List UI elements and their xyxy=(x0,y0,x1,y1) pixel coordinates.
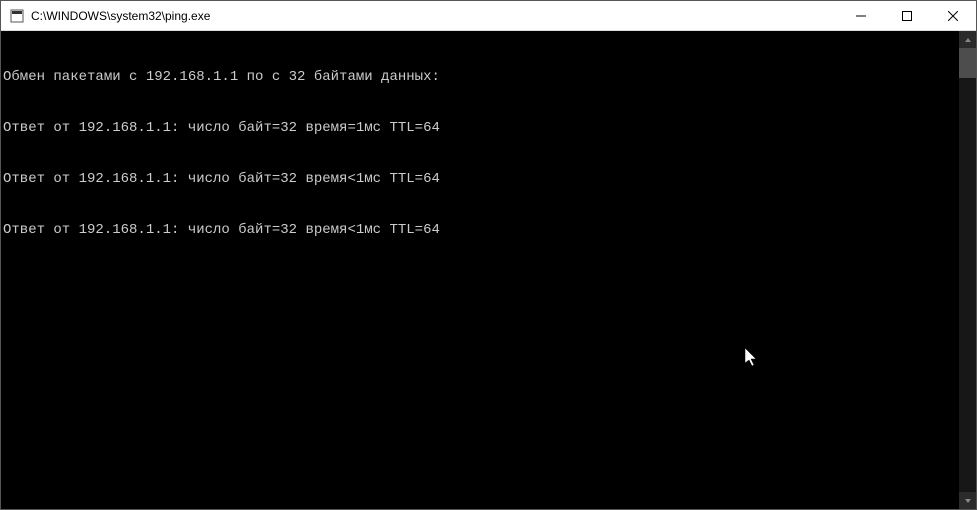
console-area: Обмен пакетами с 192.168.1.1 по с 32 бай… xyxy=(1,31,976,509)
close-button[interactable] xyxy=(930,1,976,30)
scrollbar-track[interactable] xyxy=(959,48,976,492)
titlebar[interactable]: C:\WINDOWS\system32\ping.exe xyxy=(1,1,976,31)
window-controls xyxy=(838,1,976,30)
window-title: C:\WINDOWS\system32\ping.exe xyxy=(31,9,838,23)
output-line: Ответ от 192.168.1.1: число байт=32 врем… xyxy=(3,120,959,137)
maximize-button[interactable] xyxy=(884,1,930,30)
scroll-down-arrow[interactable] xyxy=(959,492,976,509)
app-icon xyxy=(9,8,25,24)
output-line: Обмен пакетами с 192.168.1.1 по с 32 бай… xyxy=(3,69,959,86)
scrollbar-thumb[interactable] xyxy=(959,48,976,78)
console-window: C:\WINDOWS\system32\ping.exe Обмен пакет… xyxy=(0,0,977,510)
output-line: Ответ от 192.168.1.1: число байт=32 врем… xyxy=(3,222,959,239)
scroll-up-arrow[interactable] xyxy=(959,31,976,48)
console-output[interactable]: Обмен пакетами с 192.168.1.1 по с 32 бай… xyxy=(1,31,959,509)
output-line: Ответ от 192.168.1.1: число байт=32 врем… xyxy=(3,171,959,188)
vertical-scrollbar[interactable] xyxy=(959,31,976,509)
minimize-button[interactable] xyxy=(838,1,884,30)
